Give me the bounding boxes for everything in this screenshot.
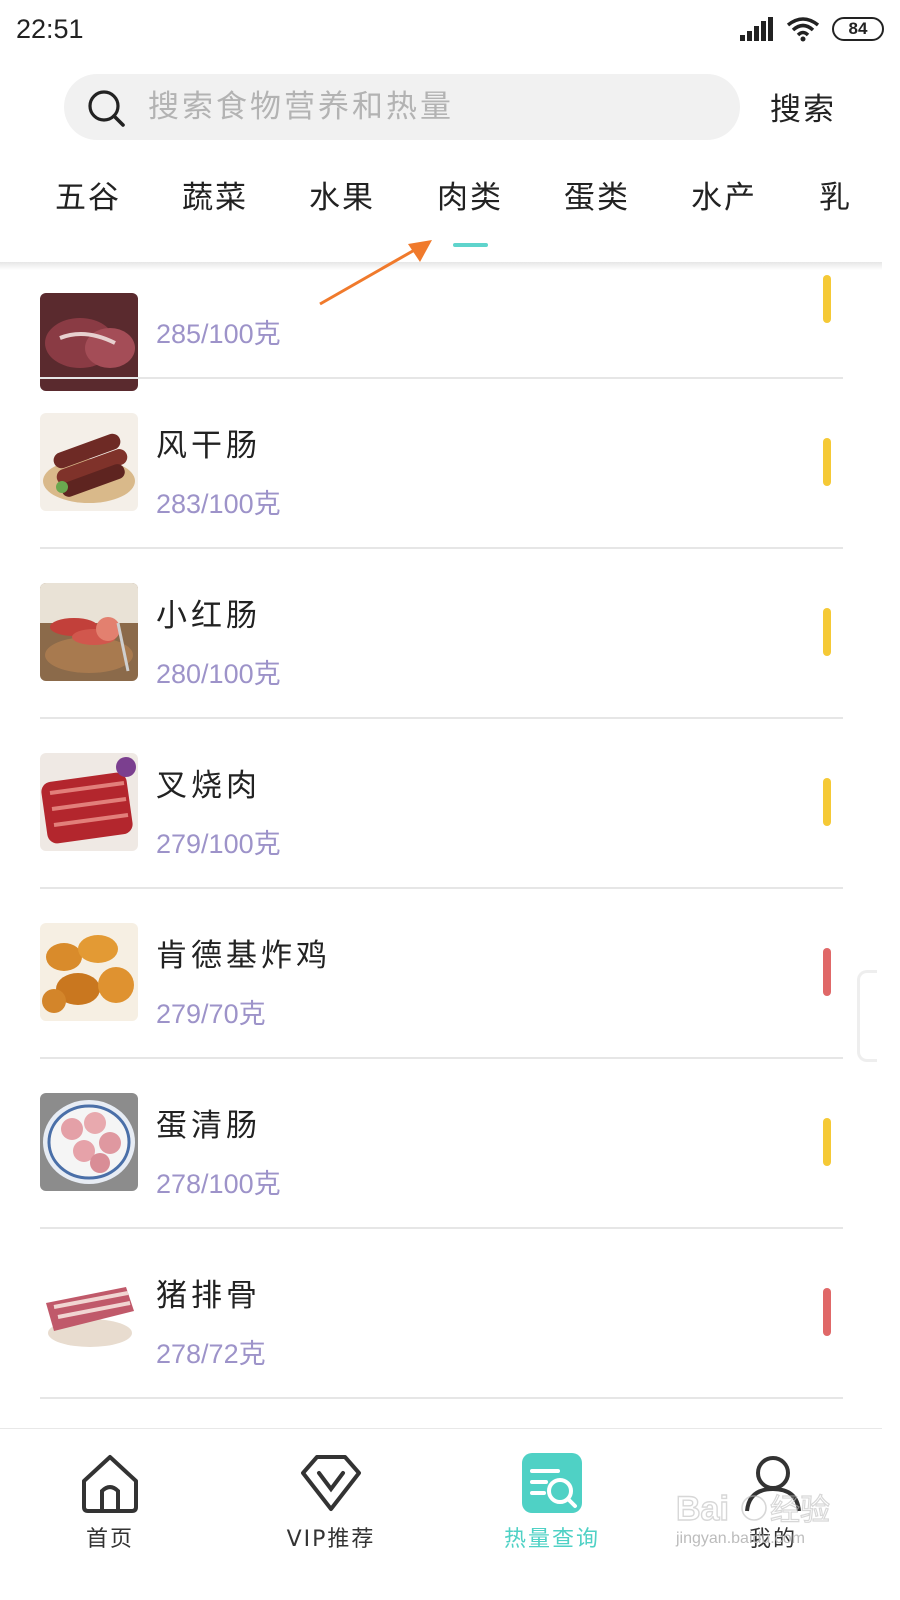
tab-seafood[interactable]: 水产 [691,172,757,222]
search-input[interactable] [148,74,718,140]
food-image [40,413,138,511]
list-divider [40,1397,843,1399]
tab-grains[interactable]: 五谷 [55,172,121,222]
list-item[interactable]: 猪排骨 278/72克 [0,1228,882,1399]
svg-text:经验: 经验 [770,1493,830,1528]
category-tabs: 五谷 蔬菜 水果 肉类 蛋类 水产 乳 [0,150,882,263]
list-item[interactable]: 蛋清肠 278/100克 [0,1058,882,1229]
food-calories: 280/100克 [156,659,281,689]
nav-vip[interactable]: VIP推荐 [251,1429,411,1600]
food-calories: 278/100克 [156,1169,281,1199]
signal-icon [740,17,773,41]
wifi-icon [786,17,820,42]
tab-dairy[interactable]: 乳 [819,172,852,222]
food-image [40,583,138,681]
tab-fruits[interactable]: 水果 [309,172,375,222]
list-item[interactable]: 叉烧肉 279/100克 [0,718,882,889]
header-shadow [0,262,882,270]
nav-calorie-search[interactable]: 热量查询 [472,1429,632,1600]
list-item[interactable]: 285/100克 [0,270,882,391]
edge-handle[interactable] [857,970,877,1062]
food-name: 风干肠 [156,428,261,464]
calorie-level-indicator [823,1118,831,1166]
active-tab-indicator [453,243,488,247]
food-image [40,1263,138,1361]
calorie-level-indicator [823,608,831,656]
calorie-search-icon [522,1453,582,1513]
nav-label: 首页 [85,1527,134,1552]
status-bar: 22:51 84 [0,0,900,62]
food-calories: 279/70克 [156,999,266,1029]
food-image [40,923,138,1021]
calorie-level-indicator [823,1288,831,1336]
food-calories: 285/100克 [156,319,281,349]
svg-text:Bai: Bai [676,1490,729,1528]
annotation-arrow [319,240,432,306]
food-name: 蛋清肠 [156,1108,261,1144]
tab-meat[interactable]: 肉类 [437,172,503,222]
list-item[interactable]: 风干肠 283/100克 [0,378,882,549]
tab-eggs[interactable]: 蛋类 [564,172,630,222]
nav-label: VIP推荐 [286,1527,376,1552]
food-list[interactable]: 285/100克 风干肠 283/100克 小红肠 280/100克 叉烧肉 2… [0,270,882,1428]
food-name: 猪排骨 [156,1278,261,1314]
tab-vegetables[interactable]: 蔬菜 [182,172,248,222]
nav-label: 热量查询 [503,1527,600,1552]
search-button[interactable]: 搜索 [770,84,836,129]
vip-icon [301,1455,361,1511]
search-bar[interactable] [64,74,740,140]
food-calories: 283/100克 [156,489,281,519]
food-name: 肯德基炸鸡 [156,938,331,974]
status-time: 22:51 [16,14,84,44]
food-name: 小红肠 [156,598,261,634]
battery-indicator: 84 [832,17,884,41]
list-item[interactable]: 肯德基炸鸡 279/70克 [0,888,882,1059]
calorie-level-indicator [823,275,831,323]
nav-home[interactable]: 首页 [30,1429,190,1600]
list-item[interactable]: 小红肠 280/100克 [0,548,882,719]
food-name: 叉烧肉 [156,768,261,804]
home-icon [82,1455,138,1513]
food-image [40,753,138,851]
watermark-url: jingyan.baidu.com [676,1530,805,1547]
food-calories: 279/100克 [156,829,281,859]
food-image [40,1093,138,1191]
status-icons: 84 [740,14,884,44]
search-icon [88,90,125,127]
calorie-level-indicator [823,438,831,486]
battery-level: 84 [848,19,868,38]
calorie-level-indicator [823,948,831,996]
calorie-level-indicator [823,778,831,826]
food-calories: 278/72克 [156,1339,266,1369]
